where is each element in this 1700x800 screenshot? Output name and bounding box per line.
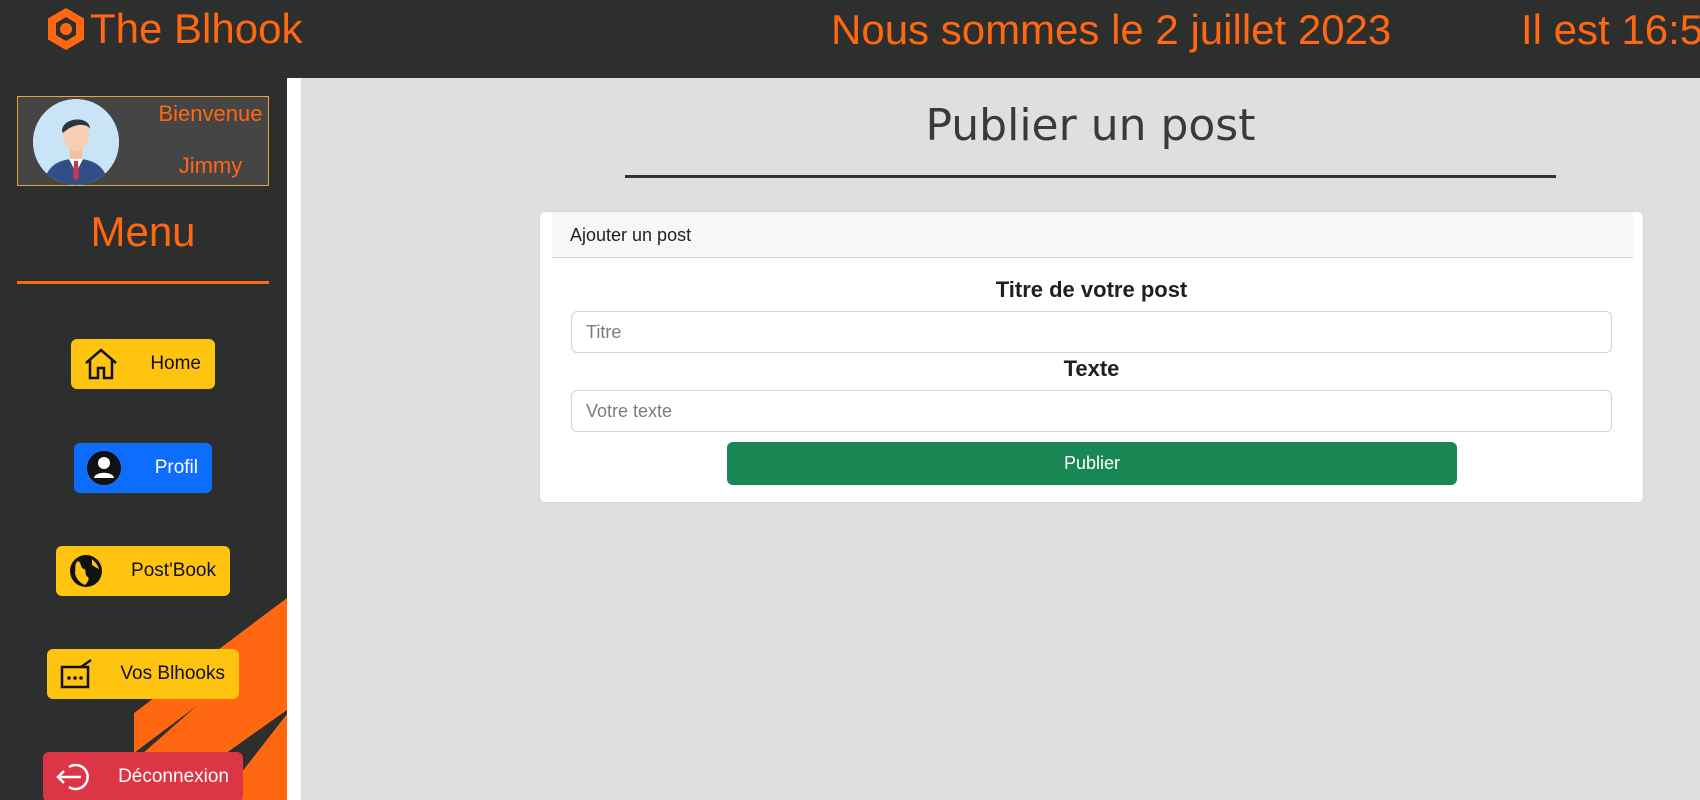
publish-button[interactable]: Publier [727, 442, 1457, 485]
text-field-label: Texte [1063, 356, 1120, 381]
nav-vos-blhooks-label: Vos Blhooks [120, 663, 225, 684]
home-icon [85, 348, 117, 380]
nav-home-label: Home [150, 353, 201, 374]
nav-postbook-button[interactable]: Post'Book [56, 546, 230, 596]
nav-vos-blhooks-button[interactable]: Vos Blhooks [47, 649, 239, 699]
user-icon [87, 451, 121, 485]
post-title-input[interactable] [571, 311, 1612, 353]
avatar[interactable] [33, 99, 119, 185]
nav-postbook-label: Post'Book [131, 560, 216, 581]
page-title: Publier un post [925, 100, 1256, 151]
logout-button[interactable]: Déconnexion [43, 752, 243, 800]
current-date: Nous sommes le 2 juillet 2023 [831, 6, 1392, 53]
welcome-greeting: Bienvenue [158, 101, 263, 126]
globe-icon [70, 555, 102, 587]
title-field-label: Titre de votre post [995, 277, 1188, 302]
welcome-box: Bienvenue Jimmy [17, 96, 269, 186]
menu-title: Menu [90, 208, 196, 255]
nav-home-button[interactable]: Home [71, 339, 215, 389]
menu-divider [17, 281, 269, 284]
sidebar-separator [287, 78, 301, 800]
nav-profil-button[interactable]: Profil [74, 443, 212, 493]
nav-profil-label: Profil [154, 457, 198, 478]
current-time: Il est 16:53 [1521, 6, 1700, 53]
hexagon-logo-icon [48, 8, 84, 50]
logout-icon [56, 763, 89, 791]
mailbox-icon [60, 658, 92, 689]
brand-name: The Blhook [90, 5, 303, 52]
welcome-username: Jimmy [178, 153, 243, 178]
title-underline [625, 175, 1556, 178]
top-header: The Blhook Nous sommes le 2 juillet 2023… [0, 0, 1700, 78]
logout-label: Déconnexion [118, 766, 229, 787]
add-post-card: Ajouter un post Titre de votre post Text… [539, 211, 1644, 503]
user-avatar-icon [33, 99, 119, 185]
sidebar: Bienvenue Jimmy Menu Home Profil Post'Bo… [0, 78, 287, 800]
post-text-input[interactable] [571, 390, 1612, 432]
brand[interactable]: The Blhook [46, 4, 302, 54]
card-header: Ajouter un post [552, 212, 1633, 258]
